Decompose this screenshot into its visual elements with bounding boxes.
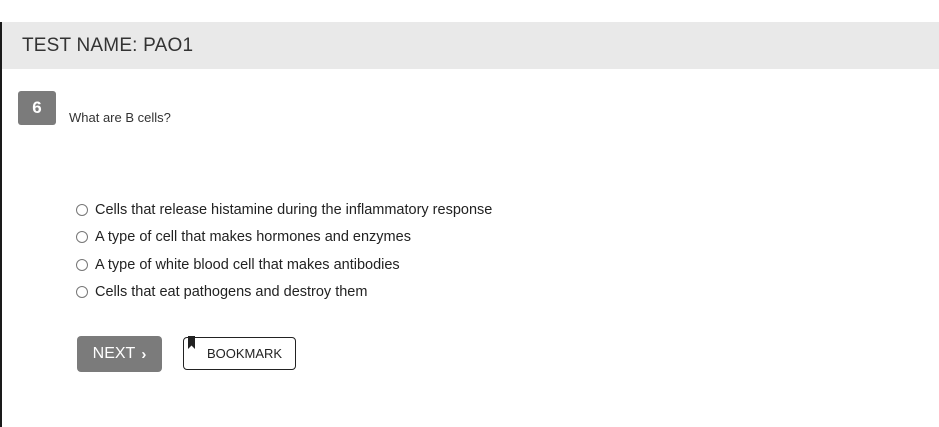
radio-button[interactable] xyxy=(76,286,88,299)
bookmark-icon xyxy=(188,336,195,349)
answer-label: A type of cell that makes hormones and e… xyxy=(95,229,411,246)
answer-label: Cells that eat pathogens and destroy the… xyxy=(95,284,368,301)
answer-label: A type of white blood cell that makes an… xyxy=(95,256,400,273)
top-strip xyxy=(0,0,939,22)
answer-option-2[interactable]: A type of cell that makes hormones and e… xyxy=(76,224,492,252)
answer-label: Cells that release histamine during the … xyxy=(95,201,493,218)
radio-button[interactable] xyxy=(76,231,88,244)
bookmark-button-label: BOOKMARK xyxy=(206,346,283,361)
answer-option-1[interactable]: Cells that release histamine during the … xyxy=(76,196,492,224)
next-button[interactable]: NEXT › xyxy=(77,336,162,372)
radio-button[interactable] xyxy=(76,258,88,271)
test-name-title: TEST NAME: PAO1 xyxy=(22,35,194,56)
answer-option-4[interactable]: Cells that eat pathogens and destroy the… xyxy=(76,279,492,307)
bookmark-button[interactable]: BOOKMARK xyxy=(183,336,296,370)
left-border xyxy=(0,22,2,427)
chevron-right-icon: › xyxy=(141,345,147,363)
radio-button[interactable] xyxy=(76,203,88,216)
next-button-label: NEXT xyxy=(92,345,136,362)
answer-list: Cells that release histamine during the … xyxy=(76,196,492,306)
answer-option-3[interactable]: A type of white blood cell that makes an… xyxy=(76,251,492,279)
question-text: What are B cells? xyxy=(69,110,171,125)
question-number-badge: 6 xyxy=(18,91,56,125)
